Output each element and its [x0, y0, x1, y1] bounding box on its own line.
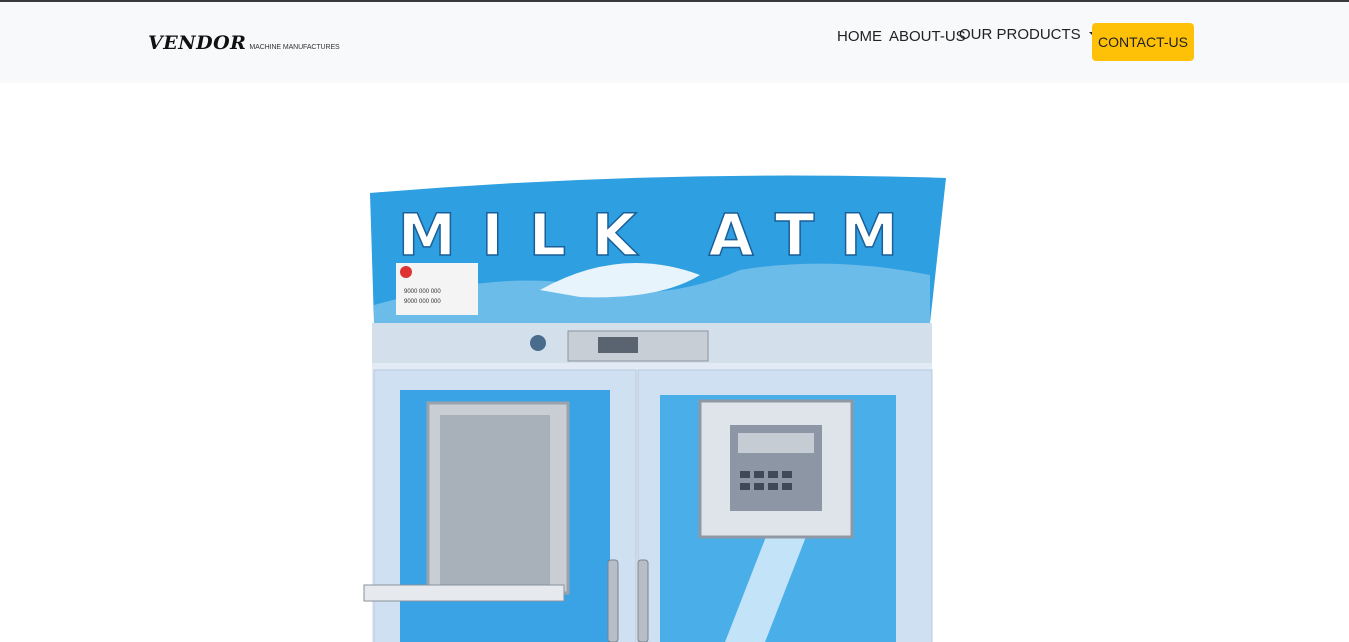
brand-logo[interactable]: VENDOR MACHINE MANUFACTURES — [148, 32, 340, 54]
navbar: VENDOR MACHINE MANUFACTURES HOME ABOUT-U… — [0, 2, 1349, 83]
brand-name: VENDOR — [148, 32, 247, 54]
keypad-screen — [738, 433, 814, 453]
sticker-logo-icon — [400, 266, 412, 278]
nav-about-link[interactable]: ABOUT-US — [889, 28, 966, 45]
sticker-line-2: 9000 000 000 — [404, 299, 441, 305]
nav-products-label: OUR PRODUCTS — [959, 26, 1081, 43]
display-screen — [598, 337, 638, 353]
hero-image-milk-atm: MILK ATM 9000 000 000 9000 000 000 — [360, 175, 950, 642]
contact-us-button[interactable]: CONTACT-US — [1092, 23, 1194, 61]
milk-atm-illustration: MILK ATM 9000 000 000 9000 000 000 — [363, 175, 946, 642]
brand-tagline: MACHINE MANUFACTURES — [249, 44, 340, 51]
right-door-handle — [637, 559, 649, 642]
drip-tray — [363, 584, 565, 602]
nav-products-dropdown[interactable]: OUR PRODUCTS — [959, 26, 1099, 43]
dispense-cavity — [440, 415, 550, 585]
nav-home-link[interactable]: HOME — [837, 28, 882, 45]
left-door-handle — [607, 559, 619, 642]
sticker-line-1: 9000 000 000 — [404, 289, 441, 295]
lock-icon — [530, 335, 546, 351]
